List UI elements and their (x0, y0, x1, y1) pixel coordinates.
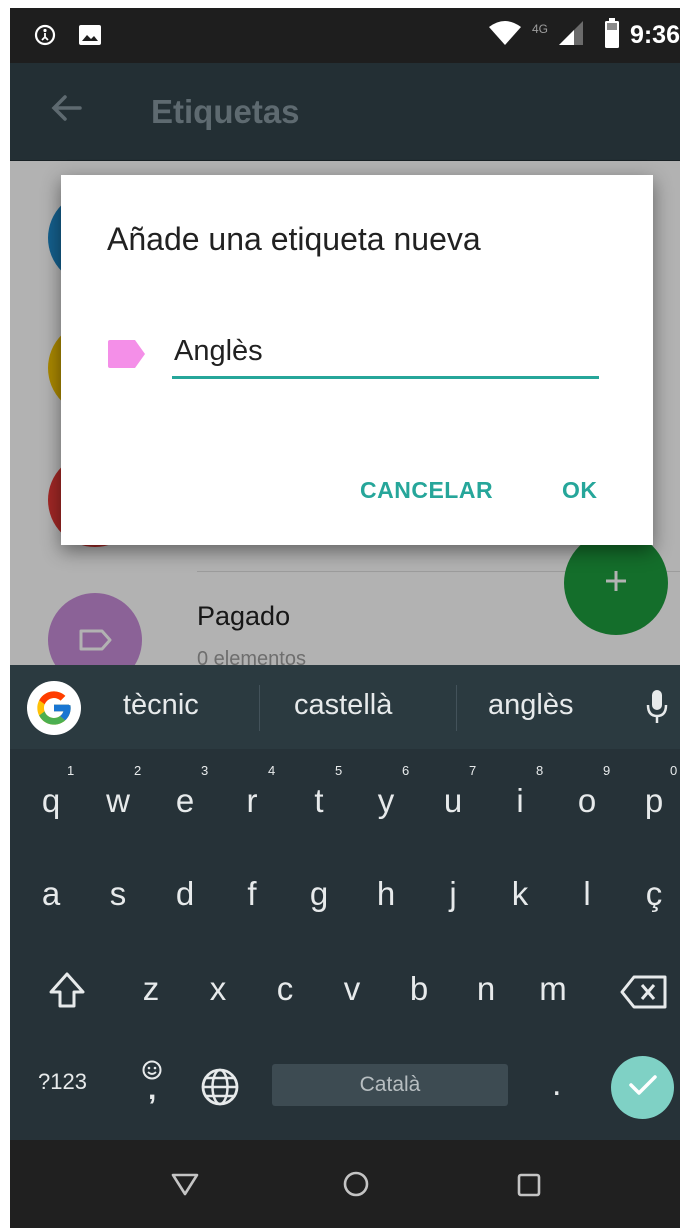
suggestion-1[interactable]: tècnic (123, 689, 199, 722)
key-hint: 0 (670, 763, 678, 778)
key-hint: 4 (268, 763, 276, 778)
key-x[interactable]: x (188, 970, 248, 1008)
key-w[interactable]: w (88, 782, 148, 820)
key-c[interactable]: c (255, 970, 315, 1008)
list-item-title[interactable]: Pagado (197, 601, 290, 632)
key-b[interactable]: b (389, 970, 449, 1008)
key-n[interactable]: n (456, 970, 516, 1008)
google-logo-icon[interactable] (27, 681, 81, 735)
page-title: Etiquetas (151, 93, 300, 130)
tag-icon (78, 629, 112, 656)
key-a[interactable]: a (21, 875, 81, 913)
shift-icon[interactable] (47, 970, 87, 1015)
enter-key[interactable] (611, 1056, 674, 1119)
key-hint: 7 (469, 763, 477, 778)
key-e[interactable]: e (155, 782, 215, 820)
microphone-icon[interactable] (646, 689, 668, 730)
globe-icon[interactable] (200, 1067, 240, 1112)
period-key[interactable]: . (552, 1065, 561, 1104)
key-d[interactable]: d (155, 875, 215, 913)
label-name-input[interactable] (172, 327, 599, 379)
key-hint: 9 (603, 763, 611, 778)
key-t[interactable]: t (289, 782, 349, 820)
key-m[interactable]: m (523, 970, 583, 1008)
key-z[interactable]: z (121, 970, 181, 1008)
wifi-icon (488, 20, 522, 51)
key-k[interactable]: k (490, 875, 550, 913)
back-arrow-icon[interactable] (50, 91, 84, 130)
cancel-button[interactable]: CANCELAR (360, 477, 493, 504)
key-c-cedilla[interactable]: ç (624, 875, 680, 913)
new-label-dialog: Añade una etiqueta nueva CANCELAR OK (61, 175, 653, 545)
key-i[interactable]: i (490, 782, 550, 820)
accessibility-icon (34, 24, 56, 51)
phone-screen: 4G 9:36 Etiquetas Pagado 0 elementos Aña… (10, 0, 680, 1228)
image-notification-icon (78, 24, 102, 51)
suggestion-divider (259, 685, 260, 731)
key-hint: 5 (335, 763, 343, 778)
suggestion-2[interactable]: castellà (294, 689, 392, 722)
key-hint: 6 (402, 763, 410, 778)
key-s[interactable]: s (88, 875, 148, 913)
key-r[interactable]: r (222, 782, 282, 820)
suggestion-strip: tècnic castellà anglès (10, 665, 680, 749)
key-g[interactable]: g (289, 875, 349, 913)
key-hint: 3 (201, 763, 209, 778)
key-q[interactable]: q (21, 782, 81, 820)
key-y[interactable]: y (356, 782, 416, 820)
key-j[interactable]: j (423, 875, 483, 913)
plus-icon (604, 569, 628, 598)
soft-keyboard: tècnic castellà anglès q w e r t y u i o… (10, 665, 680, 1140)
key-hint: 2 (134, 763, 142, 778)
suggestion-divider (456, 685, 457, 731)
key-h[interactable]: h (356, 875, 416, 913)
status-bar: 4G 9:36 (10, 8, 680, 63)
home-circle-icon[interactable] (342, 1170, 370, 1203)
key-o[interactable]: o (557, 782, 617, 820)
key-l[interactable]: l (557, 875, 617, 913)
key-v[interactable]: v (322, 970, 382, 1008)
checkmark-icon (628, 1073, 658, 1102)
dialog-title: Añade una etiqueta nueva (107, 221, 481, 257)
comma-key[interactable]: , (148, 1073, 156, 1107)
space-bar[interactable]: Català (272, 1064, 508, 1106)
battery-icon (604, 18, 620, 53)
backspace-icon[interactable] (620, 975, 668, 1014)
key-hint: 8 (536, 763, 544, 778)
clock: 9:36 (629, 21, 680, 49)
key-p[interactable]: p (624, 782, 680, 820)
network-type-label: 4G (531, 21, 548, 36)
key-hint: 1 (67, 763, 75, 778)
recents-square-icon[interactable] (516, 1172, 542, 1203)
signal-icon (558, 20, 584, 51)
ok-button[interactable]: OK (562, 477, 598, 504)
tag-color-icon[interactable] (108, 340, 145, 373)
suggestion-3[interactable]: anglès (488, 689, 573, 722)
back-triangle-icon[interactable] (171, 1172, 199, 1201)
symbols-key[interactable]: ?123 (38, 1069, 87, 1095)
app-bar: Etiquetas (10, 63, 680, 161)
add-label-fab[interactable] (564, 531, 668, 635)
navigation-bar (10, 1140, 680, 1228)
key-f[interactable]: f (222, 875, 282, 913)
key-u[interactable]: u (423, 782, 483, 820)
